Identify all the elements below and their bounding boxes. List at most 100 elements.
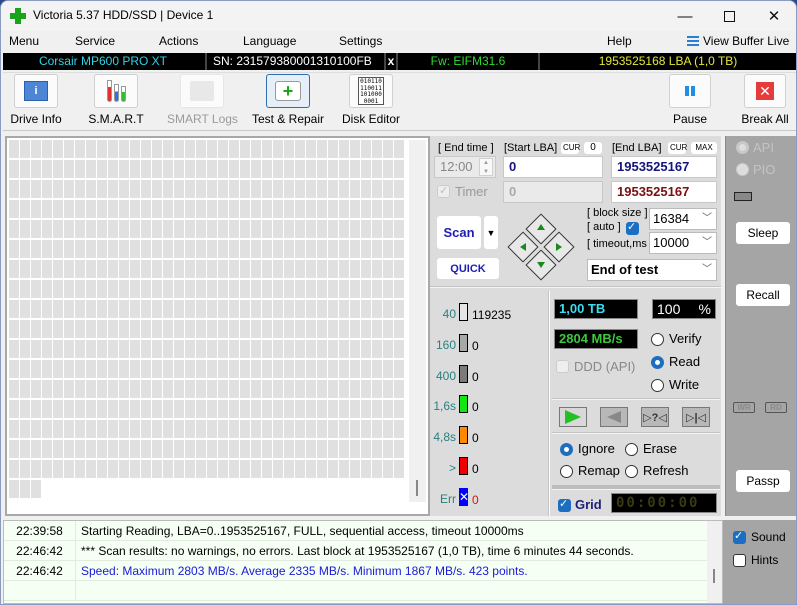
grid-block bbox=[317, 440, 327, 458]
pio-radio[interactable] bbox=[736, 163, 749, 176]
menu-service[interactable]: Service bbox=[75, 34, 115, 48]
grid-block bbox=[31, 360, 41, 378]
grid-block bbox=[185, 200, 195, 218]
butterfly-button[interactable]: ▷|◁ bbox=[682, 407, 710, 427]
end-max-button[interactable]: MAX bbox=[691, 142, 717, 154]
menu-menu[interactable]: Menu bbox=[9, 34, 39, 48]
play-reverse-button[interactable] bbox=[600, 407, 628, 427]
grid-block bbox=[328, 440, 338, 458]
grid-block bbox=[383, 340, 393, 358]
grid-block bbox=[152, 460, 162, 478]
sound-checkbox[interactable] bbox=[733, 529, 746, 544]
end-action-select[interactable]: End of test ﹀ bbox=[587, 259, 717, 281]
legend-label: 40 bbox=[442, 307, 456, 321]
grid-block bbox=[218, 320, 228, 338]
view-buffer-live-button[interactable]: View Buffer Live bbox=[687, 34, 789, 48]
device-close-button[interactable]: x bbox=[384, 53, 396, 70]
divider bbox=[552, 398, 720, 400]
device-model[interactable]: Corsair MP600 PRO XT bbox=[3, 53, 203, 70]
grid-block bbox=[64, 200, 74, 218]
disk-editor-button[interactable]: 010110 110011 101000 0001 Disk Editor bbox=[339, 74, 403, 126]
maximize-button[interactable] bbox=[706, 1, 752, 31]
grid-block bbox=[251, 140, 261, 158]
smart-label: S.M.A.R.T bbox=[88, 112, 144, 126]
grid-checkbox[interactable] bbox=[558, 497, 571, 512]
grid-block bbox=[108, 320, 118, 338]
grid-block bbox=[42, 300, 52, 318]
progress-percent-value: 100 bbox=[657, 301, 681, 317]
scan-button[interactable]: Scan bbox=[437, 216, 481, 249]
grid-block bbox=[339, 200, 349, 218]
arrow-down-icon bbox=[537, 262, 545, 268]
pause-button[interactable]: Pause bbox=[667, 74, 713, 126]
grid-block bbox=[119, 420, 129, 438]
recall-button[interactable]: Recall bbox=[736, 284, 790, 306]
menu-actions[interactable]: Actions bbox=[159, 34, 198, 48]
timeout-select[interactable]: 10000 ﹀ bbox=[649, 232, 717, 254]
action-refresh-radio[interactable] bbox=[625, 465, 638, 478]
grid-block bbox=[350, 260, 360, 278]
grid-block bbox=[262, 460, 272, 478]
quick-button[interactable]: QUICK bbox=[437, 258, 499, 279]
grid-block bbox=[53, 260, 63, 278]
block-size-select[interactable]: 16384 ﹀ bbox=[649, 208, 717, 230]
mode-read-radio[interactable] bbox=[651, 356, 664, 369]
action-erase-radio[interactable] bbox=[625, 443, 638, 456]
mode-verify-radio[interactable] bbox=[651, 333, 664, 346]
grid-block bbox=[196, 160, 206, 178]
grid-block bbox=[240, 460, 250, 478]
legend-swatch bbox=[459, 395, 468, 414]
smart-button[interactable]: S.M.A.R.T bbox=[87, 74, 145, 126]
grid-block bbox=[218, 200, 228, 218]
close-button[interactable]: ✕ bbox=[751, 1, 796, 31]
api-radio[interactable] bbox=[736, 141, 749, 154]
grid-block bbox=[229, 360, 239, 378]
grid-block bbox=[207, 320, 217, 338]
menu-help[interactable]: Help bbox=[607, 34, 632, 48]
end-lba-input[interactable]: 1953525167 bbox=[611, 156, 717, 178]
grid-block bbox=[174, 300, 184, 318]
menu-language[interactable]: Language bbox=[243, 34, 296, 48]
grid-block bbox=[339, 320, 349, 338]
test-repair-button[interactable]: + Test & Repair bbox=[249, 74, 327, 126]
end-time-spinner[interactable]: ▲ ▼ bbox=[479, 158, 493, 176]
grid-block bbox=[130, 260, 140, 278]
smart-logs-button[interactable]: SMART Logs bbox=[167, 74, 238, 126]
grid-block bbox=[240, 220, 250, 238]
action-ignore-radio[interactable] bbox=[560, 443, 573, 456]
log-scrollbar[interactable] bbox=[707, 521, 722, 603]
menu-settings[interactable]: Settings bbox=[339, 34, 382, 48]
scan-dropdown-button[interactable]: ▼ bbox=[484, 216, 498, 249]
divider bbox=[430, 286, 721, 288]
log-scroll-thumb[interactable] bbox=[713, 569, 715, 583]
reverse-icon bbox=[607, 411, 621, 423]
minimize-button[interactable]: — bbox=[662, 1, 708, 31]
start-cur-button[interactable]: CUR bbox=[561, 142, 580, 154]
break-all-button[interactable]: ✕ Break All bbox=[737, 74, 793, 126]
passp-button[interactable]: Passp bbox=[736, 470, 790, 492]
random-seek-button[interactable]: ▷?◁ bbox=[641, 407, 669, 427]
play-forward-button[interactable] bbox=[559, 407, 587, 427]
grid-block bbox=[130, 420, 140, 438]
ddd-api-checkbox[interactable] bbox=[556, 360, 569, 373]
mode-write-radio[interactable] bbox=[651, 379, 664, 392]
auto-checkbox[interactable] bbox=[626, 220, 639, 235]
grid-block bbox=[295, 240, 305, 258]
grid-block bbox=[273, 460, 283, 478]
grid-block bbox=[119, 200, 129, 218]
end-cur-button[interactable]: CUR bbox=[668, 142, 687, 154]
grid-block bbox=[240, 280, 250, 298]
action-remap-radio[interactable] bbox=[560, 465, 573, 478]
grid-block bbox=[130, 280, 140, 298]
sleep-button[interactable]: Sleep bbox=[736, 222, 790, 244]
start-lba-input[interactable]: 0 bbox=[503, 156, 603, 178]
grid-scrollbar[interactable] bbox=[409, 140, 426, 502]
grid-block bbox=[229, 260, 239, 278]
drive-info-button[interactable]: i Drive Info bbox=[7, 74, 65, 126]
grid-block bbox=[262, 440, 272, 458]
timer-checkbox[interactable]: ✓ bbox=[437, 185, 450, 198]
grid-block bbox=[284, 400, 294, 418]
grid-scroll-thumb[interactable] bbox=[416, 480, 418, 496]
hints-checkbox[interactable] bbox=[733, 554, 746, 567]
grid-block bbox=[20, 460, 30, 478]
